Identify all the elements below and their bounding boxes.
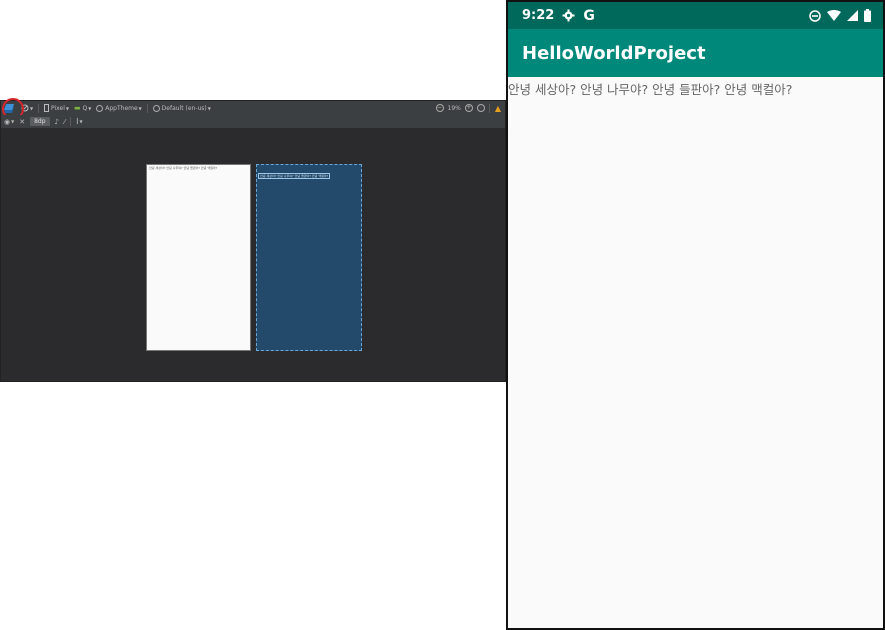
do-not-disturb-icon — [809, 9, 821, 22]
google-icon: G — [583, 7, 595, 24]
infer-constraints-icon[interactable]: ♪ — [55, 118, 59, 126]
layout-editor: ▼ Pixel ▼ ▬ Q ▼ AppTheme ▼ Default (en-us) ▼… — [0, 98, 506, 382]
device-dropdown[interactable]: Pixel ▼ — [44, 104, 69, 112]
design-preview[interactable]: 안녕 세상아? 안녕 나무야? 안녕 들판아? 안녕 맥컬아? — [146, 164, 251, 351]
phone-icon — [44, 104, 50, 112]
wifi-icon — [827, 10, 841, 21]
status-time: 9:22 — [522, 8, 555, 23]
app-title: HelloWorldProject — [522, 42, 706, 64]
device-label: Pixel — [51, 104, 65, 112]
magic-wand-icon[interactable]: ⁄ — [64, 118, 65, 126]
locale-label: Default (en-us) — [161, 104, 207, 112]
view-options-dropdown[interactable]: ◉ ▼ — [4, 118, 14, 126]
app-bar: HelloWorldProject — [508, 29, 883, 77]
constraint-toolbar: ◉ ▼ ✕ 8dp ♪ ⁄ I ▼ — [1, 115, 505, 129]
blueprint-preview[interactable]: 안녕 세상아? 안녕 나무야? 안녕 들판아? 안녕 맥컬아? — [256, 164, 362, 351]
eye-icon: ◉ — [4, 117, 11, 126]
zoom-fit-icon[interactable]: ◦ — [476, 104, 485, 112]
guidelines-dropdown[interactable]: I ▼ — [76, 117, 82, 126]
locale-dropdown[interactable]: Default (en-us) ▼ — [152, 104, 211, 112]
editor-toolbar: ▼ Pixel ▼ ▬ Q ▼ AppTheme ▼ Default (en-us) ▼… — [1, 98, 505, 120]
blueprint-preview-text[interactable]: 안녕 세상아? 안녕 나무야? 안녕 들판아? 안녕 맥컬아? — [258, 173, 331, 179]
autoconnect-icon[interactable]: ✕ — [19, 118, 25, 126]
cell-signal-icon — [847, 10, 858, 21]
text-cursor-icon: I — [76, 117, 79, 126]
default-margin-button[interactable]: 8dp — [30, 117, 50, 126]
zoom-out-icon[interactable]: − — [435, 104, 444, 112]
globe-icon — [152, 104, 160, 112]
zoom-controls: − 19% + ◦ ▲ — [435, 101, 501, 115]
status-bar: 9:22 G — [508, 2, 883, 29]
settings-gear-icon — [562, 9, 575, 22]
phone-emulator: 9:22 G HelloWorldProject 안녕 세상아? 안녕 나무야?… — [506, 0, 885, 630]
zoom-level: 19% — [447, 104, 461, 112]
hello-textview: 안녕 세상아? 안녕 나무야? 안녕 들판아? 안녕 맥컬아? — [508, 82, 793, 97]
zoom-in-icon[interactable]: + — [464, 104, 473, 112]
theme-label: AppTheme — [105, 104, 138, 112]
android-icon: ▬ — [73, 104, 81, 112]
design-preview-text[interactable]: 안녕 세상아? 안녕 나무야? 안녕 들판아? 안녕 맥컬아? — [147, 165, 250, 171]
battery-icon — [864, 9, 871, 22]
theme-dropdown[interactable]: AppTheme ▼ — [96, 104, 142, 112]
api-dropdown[interactable]: ▬ Q ▼ — [74, 104, 91, 112]
warning-icon[interactable]: ▲ — [495, 104, 501, 113]
api-label: Q — [82, 104, 88, 112]
theme-icon — [96, 104, 104, 112]
